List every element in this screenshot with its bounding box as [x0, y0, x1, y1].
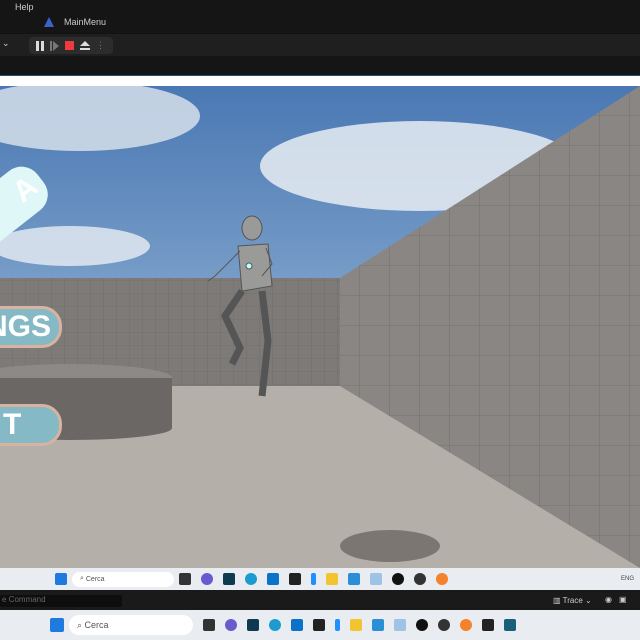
quit-button[interactable]: T — [0, 404, 62, 446]
trace-button[interactable]: ▥ Trace ⌄ — [553, 596, 592, 605]
taskview-icon[interactable] — [203, 619, 215, 631]
notepad-icon[interactable] — [372, 619, 384, 631]
teams-icon[interactable] — [225, 619, 237, 631]
viewport-border — [0, 75, 640, 86]
app-icon[interactable] — [504, 619, 516, 631]
search-placeholder: Cerca — [84, 620, 109, 630]
tab-label: MainMenu — [64, 17, 107, 27]
menu-help[interactable]: Help — [15, 2, 34, 12]
disney-icon[interactable] — [247, 619, 259, 631]
search-icon: ⌕ — [77, 619, 85, 630]
game-viewport[interactable]: A NGS T — [0, 86, 640, 568]
unreal-icon[interactable] — [416, 619, 428, 631]
disney-icon[interactable] — [223, 573, 235, 585]
mail-icon[interactable] — [267, 573, 279, 585]
bolt-icon[interactable] — [311, 573, 316, 585]
obs-icon[interactable] — [414, 573, 426, 585]
command-input[interactable]: e Command — [0, 595, 122, 607]
layout-icon[interactable]: ▣ — [619, 595, 627, 604]
menu-bar: Help — [0, 0, 640, 14]
trace-label: Trace — [562, 596, 583, 605]
taskview-icon[interactable] — [179, 573, 191, 585]
edge-icon[interactable] — [245, 573, 257, 585]
edge-icon[interactable] — [269, 619, 281, 631]
eject-icon[interactable] — [80, 41, 90, 50]
windows-start-icon[interactable] — [50, 618, 64, 632]
scene — [0, 86, 640, 568]
tab-mainmenu[interactable]: MainMenu — [44, 17, 106, 27]
toolbar: ⌄ ⋮ — [0, 33, 640, 56]
settings-button[interactable]: NGS — [0, 306, 62, 348]
unreal-icon[interactable] — [392, 573, 404, 585]
outer-taskbar: ⌕ Cerca — [0, 610, 640, 640]
folder-icon[interactable] — [326, 573, 338, 585]
more-icon[interactable]: ⋮ — [96, 40, 105, 51]
skip-frame-icon[interactable] — [50, 40, 59, 51]
stop-icon[interactable] — [65, 41, 74, 50]
monitor-icon[interactable] — [394, 619, 406, 631]
teams-icon[interactable] — [201, 573, 213, 585]
obs-icon[interactable] — [438, 619, 450, 631]
editor-panel — [0, 56, 640, 75]
inner-taskbar: ⌕ Cerca ENG — [0, 568, 640, 590]
play-controls: ⋮ — [29, 37, 113, 54]
button-label: A — [6, 169, 45, 210]
command-placeholder: e Command — [2, 595, 46, 604]
blender-icon[interactable] — [460, 619, 472, 631]
search-box[interactable]: ⌕ Cerca — [72, 571, 174, 587]
tray-lang[interactable]: ENG — [621, 576, 634, 582]
notepad-icon[interactable] — [348, 573, 360, 585]
button-label: T — [3, 408, 22, 441]
epic-games-icon[interactable] — [482, 619, 494, 631]
blender-icon[interactable] — [436, 573, 448, 585]
dropbox-icon[interactable] — [289, 573, 301, 585]
settings-icon[interactable]: ◉ — [605, 595, 612, 604]
folder-icon[interactable] — [350, 619, 362, 631]
search-placeholder: Cerca — [85, 575, 105, 583]
command-bar: e Command ▥ Trace ⌄ ◉ ▣ — [0, 590, 640, 610]
dropbox-icon[interactable] — [313, 619, 325, 631]
button-label: NGS — [0, 310, 51, 343]
mail-icon[interactable] — [291, 619, 303, 631]
chevron-down-icon[interactable]: ⌄ — [2, 38, 10, 49]
level-icon — [44, 17, 54, 27]
bolt-icon[interactable] — [335, 619, 340, 631]
tab-row: MainMenu — [0, 14, 640, 33]
pause-icon[interactable] — [36, 40, 44, 51]
search-box[interactable]: ⌕ Cerca — [69, 615, 193, 635]
monitor-icon[interactable] — [370, 573, 382, 585]
windows-start-icon[interactable] — [55, 573, 67, 585]
shadow — [340, 530, 440, 562]
